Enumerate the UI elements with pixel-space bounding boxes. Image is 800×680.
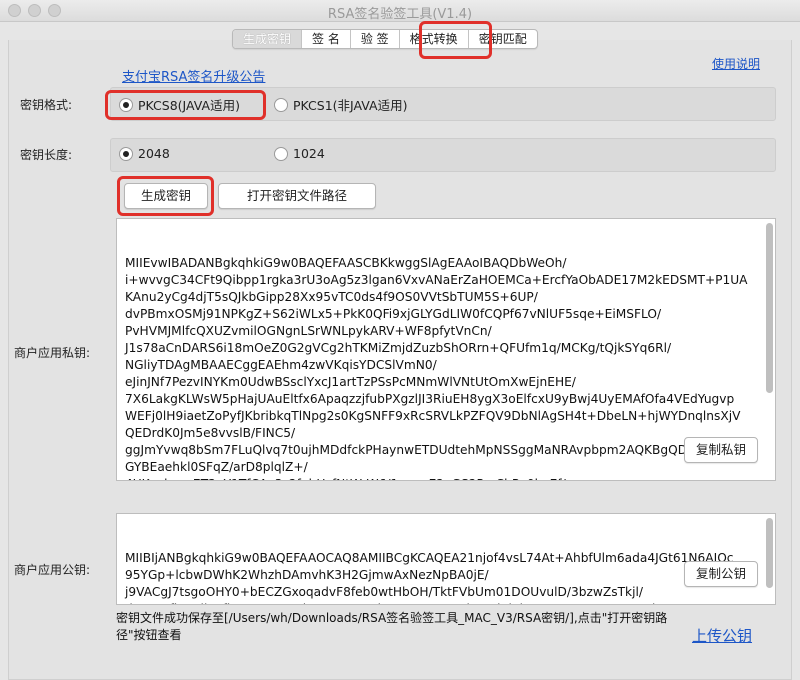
public-key-label: 商户应用公钥: bbox=[14, 563, 91, 577]
radio-selected-icon bbox=[119, 97, 133, 112]
help-link[interactable]: 使用说明 bbox=[712, 55, 760, 72]
private-key-textarea[interactable]: MIIEvwIBADANBgkqhkiG9w0BAQEFAASCBKkwggSl… bbox=[116, 218, 776, 481]
tab-sign[interactable]: 签 名 bbox=[302, 30, 351, 48]
window-title: RSA签名验签工具(V1.4) bbox=[327, 7, 473, 22]
generate-key-button[interactable]: 生成密钥 bbox=[124, 183, 208, 209]
title-bar: RSA签名验签工具(V1.4) bbox=[0, 0, 800, 22]
tab-bar: 生成密钥 签 名 验 签 格式转换 密钥匹配 bbox=[232, 29, 538, 49]
announcement-link[interactable]: 支付宝RSA签名升级公告 bbox=[122, 66, 265, 85]
upload-public-key-link[interactable]: 上传公钥 bbox=[692, 625, 752, 646]
open-key-path-button[interactable]: 打开密钥文件路径 bbox=[218, 183, 376, 209]
public-key-scrollbar[interactable] bbox=[766, 518, 773, 588]
radio-pkcs1-label: PKCS1(非JAVA适用) bbox=[293, 98, 408, 113]
radio-1024[interactable]: 1024 bbox=[274, 146, 325, 161]
copy-public-key-button[interactable]: 复制公钥 bbox=[684, 561, 758, 587]
radio-2048[interactable]: 2048 bbox=[119, 146, 170, 161]
private-key-text: MIIEvwIBADANBgkqhkiG9w0BAQEFAASCBKkwggSl… bbox=[125, 256, 748, 480]
public-key-text: MIIBIjANBgkqhkiG9w0BAQEFAAOCAQ8AMIIBCgKC… bbox=[125, 551, 734, 604]
tab-verify[interactable]: 验 签 bbox=[351, 30, 400, 48]
private-key-label: 商户应用私钥: bbox=[14, 346, 91, 360]
copy-private-key-button[interactable]: 复制私钥 bbox=[684, 437, 758, 463]
tab-generate-key[interactable]: 生成密钥 bbox=[233, 30, 303, 48]
radio-2048-label: 2048 bbox=[138, 146, 170, 161]
public-key-textarea[interactable]: MIIBIjANBgkqhkiG9w0BAQEFAAOCAQ8AMIIBCgKC… bbox=[116, 513, 776, 605]
tab-key-match[interactable]: 密钥匹配 bbox=[469, 30, 537, 48]
key-format-label: 密钥格式: bbox=[20, 98, 73, 112]
radio-unselected-icon bbox=[274, 97, 288, 112]
radio-1024-label: 1024 bbox=[293, 146, 325, 161]
key-length-group bbox=[110, 138, 776, 172]
radio-pkcs8[interactable]: PKCS8(JAVA适用) bbox=[119, 95, 240, 114]
radio-unselected-icon bbox=[274, 146, 288, 161]
radio-pkcs8-label: PKCS8(JAVA适用) bbox=[138, 98, 240, 113]
status-message: 密钥文件成功保存至[/Users/wh/Downloads/RSA签名验签工具_… bbox=[116, 611, 668, 642]
tab-format-convert[interactable]: 格式转换 bbox=[400, 30, 469, 48]
private-key-scrollbar[interactable] bbox=[766, 223, 773, 393]
radio-pkcs1[interactable]: PKCS1(非JAVA适用) bbox=[274, 95, 407, 114]
key-length-label: 密钥长度: bbox=[20, 148, 73, 162]
radio-selected-icon bbox=[119, 146, 133, 161]
